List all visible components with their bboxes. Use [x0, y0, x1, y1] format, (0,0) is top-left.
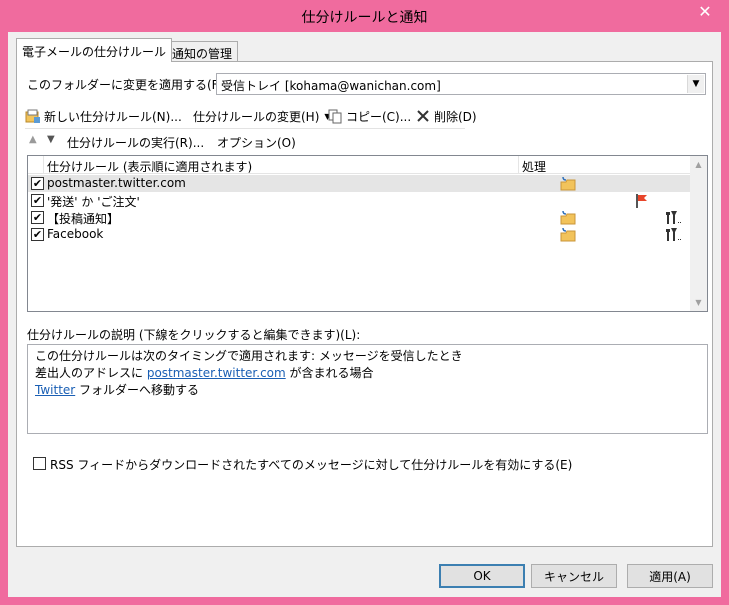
copy-rule-button[interactable]: コピー(C)...	[327, 105, 411, 127]
description-line-2: 差出人のアドレスに postmaster.twitter.com が含まれる場合	[35, 366, 374, 380]
delete-icon	[415, 108, 431, 124]
rule-description-box: この仕分けルールは次のタイミングで適用されます: メッセージを受信したとき 差出…	[27, 344, 708, 434]
description-line-1: この仕分けルールは次のタイミングで適用されます: メッセージを受信したとき	[35, 349, 463, 363]
scroll-up-icon[interactable]: ▲	[690, 156, 707, 173]
rule-name: 【投稿通知】	[47, 212, 120, 226]
tab-manage-alerts[interactable]: 通知の管理	[166, 41, 239, 62]
copy-icon	[327, 108, 343, 124]
cancel-button[interactable]: キャンセル	[531, 564, 617, 588]
apply-button[interactable]: 適用(A)	[627, 564, 713, 588]
dialog-client-area: 電子メールの仕分けルール 通知の管理 このフォルダーに変更を適用する(F): 受…	[8, 32, 721, 597]
folder-select-value: 受信トレイ [kohama@wanichan.com]	[221, 79, 441, 93]
new-rule-icon	[25, 108, 41, 124]
rss-checkbox[interactable]	[33, 457, 46, 470]
rules-dialog-window: 仕分けルールと通知 ✕ 電子メールの仕分けルール 通知の管理 このフォルダーに変…	[0, 0, 729, 605]
folder-select[interactable]: 受信トレイ [kohama@wanichan.com] ▼	[216, 73, 706, 95]
flag-icon	[634, 193, 650, 208]
rule-row-facebook[interactable]: ✔ Facebook	[28, 226, 690, 243]
window-title: 仕分けルールと通知	[301, 10, 428, 26]
rule-row-shipping[interactable]: ✔ '発送' か 'ご注文'	[28, 192, 690, 209]
move-to-folder-icon	[560, 227, 576, 242]
rule-name: postmaster.twitter.com	[47, 176, 186, 190]
change-rule-button[interactable]: 仕分けルールの変更(H) ▼	[193, 105, 331, 127]
sender-address-link[interactable]: postmaster.twitter.com	[147, 366, 286, 380]
close-icon: ✕	[698, 1, 712, 21]
move-down-icon[interactable]: ▼	[47, 134, 55, 145]
folder-row: このフォルダーに変更を適用する(F): 受信トレイ [kohama@wanich…	[27, 73, 707, 95]
rule-checkbox[interactable]: ✔	[31, 194, 44, 207]
rule-row-twitter[interactable]: ✔ postmaster.twitter.com	[28, 175, 690, 192]
copy-label: コピー(C)...	[346, 109, 412, 124]
ok-button[interactable]: OK	[439, 564, 525, 588]
rules-list-scrollbar[interactable]: ▲ ▼	[690, 156, 707, 311]
description-line-3: Twitter フォルダーへ移動する	[35, 383, 200, 397]
rule-checkbox[interactable]: ✔	[31, 177, 44, 190]
change-rule-label: 仕分けルールの変更(H)	[193, 109, 320, 124]
new-rule-button[interactable]: 新しい仕分けルール(N)...	[25, 105, 182, 127]
rule-name: Facebook	[47, 227, 104, 241]
rss-checkbox-label: RSS フィードからダウンロードされたすべてのメッセージに対して仕分けルールを有…	[50, 458, 573, 472]
close-button[interactable]: ✕	[687, 1, 723, 21]
rules-list: 仕分けルール (表示順に適用されます) 処理 ✔ postmaster.twit…	[27, 155, 708, 312]
delete-rule-button[interactable]: 削除(D)	[415, 105, 477, 127]
rule-row-post-notice[interactable]: ✔ 【投稿通知】	[28, 209, 690, 226]
scroll-down-icon[interactable]: ▼	[690, 294, 707, 311]
delete-label: 削除(D)	[434, 109, 477, 124]
rules-list-header: 仕分けルール (表示順に適用されます) 処理	[28, 156, 690, 174]
folder-label: このフォルダーに変更を適用する(F):	[27, 78, 228, 92]
move-to-folder-icon	[560, 210, 576, 225]
run-rules-button[interactable]: 仕分けルールの実行(R)...	[67, 134, 204, 151]
target-folder-link[interactable]: Twitter	[35, 383, 75, 397]
new-rule-label: 新しい仕分けルール(N)...	[44, 109, 182, 124]
run-row: ▲ ▼ 仕分けルールの実行(R)... オプション(O)	[27, 132, 447, 152]
email-rules-panel: このフォルダーに変更を適用する(F): 受信トレイ [kohama@wanich…	[16, 61, 713, 547]
column-rule-header[interactable]: 仕分けルール (表示順に適用されます)	[47, 158, 252, 175]
options-button[interactable]: オプション(O)	[217, 134, 296, 151]
rule-checkbox[interactable]: ✔	[31, 228, 44, 241]
column-action-header[interactable]: 処理	[522, 158, 546, 175]
title-bar[interactable]: 仕分けルールと通知 ✕	[0, 0, 729, 32]
move-to-folder-icon	[560, 176, 576, 191]
more-actions-icon	[666, 210, 682, 225]
more-actions-icon	[666, 227, 682, 242]
rules-toolbar: 新しい仕分けルール(N)... 仕分けルールの変更(H) ▼ コピー(C)...	[25, 105, 477, 129]
description-label: 仕分けルールの説明 (下線をクリックすると編集できます)(L):	[27, 328, 361, 342]
move-up-icon[interactable]: ▲	[29, 134, 37, 145]
rule-checkbox[interactable]: ✔	[31, 211, 44, 224]
rule-name: '発送' か 'ご注文'	[47, 195, 140, 209]
tab-email-rules[interactable]: 電子メールの仕分けルール	[16, 38, 173, 62]
chevron-down-icon[interactable]: ▼	[687, 75, 704, 93]
